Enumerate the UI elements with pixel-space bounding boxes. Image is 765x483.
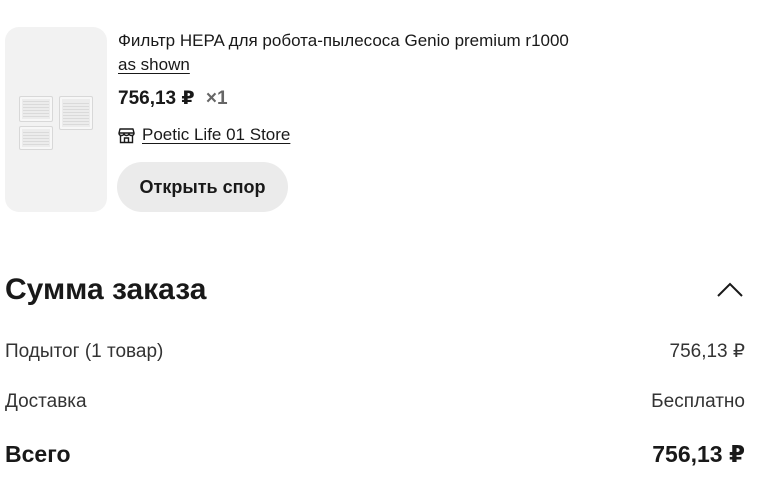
store-link[interactable]: Poetic Life 01 Store — [118, 124, 290, 146]
subtotal-label: Подытог (1 товар) — [5, 341, 164, 362]
store-icon — [118, 127, 135, 143]
filter-sheet-image — [19, 126, 53, 150]
delivery-row: Доставка Бесплатно — [5, 390, 745, 414]
total-value: 756,13 ₽ — [652, 441, 745, 467]
filter-sheet-image — [19, 96, 53, 122]
total-label: Всего — [5, 441, 71, 467]
product-variant[interactable]: as shown — [118, 55, 190, 75]
open-dispute-button[interactable]: Открыть спор — [117, 162, 288, 212]
subtotal-row: Подытог (1 товар) 756,13 ₽ — [5, 340, 745, 364]
product-price-row: 756,13 ₽ ×1 — [118, 88, 228, 110]
subtotal-value: 756,13 ₽ — [669, 341, 745, 362]
product-image[interactable] — [5, 27, 107, 212]
chevron-up-icon[interactable] — [713, 276, 747, 304]
product-quantity: ×1 — [205, 88, 228, 109]
product-title[interactable]: Фильтр HEPA для робота-пылесоса Genio pr… — [118, 31, 569, 51]
total-row: Всего 756,13 ₽ — [5, 440, 745, 468]
store-name[interactable]: Poetic Life 01 Store — [142, 125, 290, 145]
filter-sheet-image — [59, 96, 93, 130]
delivery-label: Доставка — [5, 391, 87, 412]
product-price: 756,13 ₽ — [118, 88, 195, 109]
order-details-page: Фильтр HEPA для робота-пылесоса Genio pr… — [0, 0, 765, 483]
delivery-value: Бесплатно — [651, 391, 745, 412]
order-summary-title: Сумма заказа — [5, 273, 207, 306]
